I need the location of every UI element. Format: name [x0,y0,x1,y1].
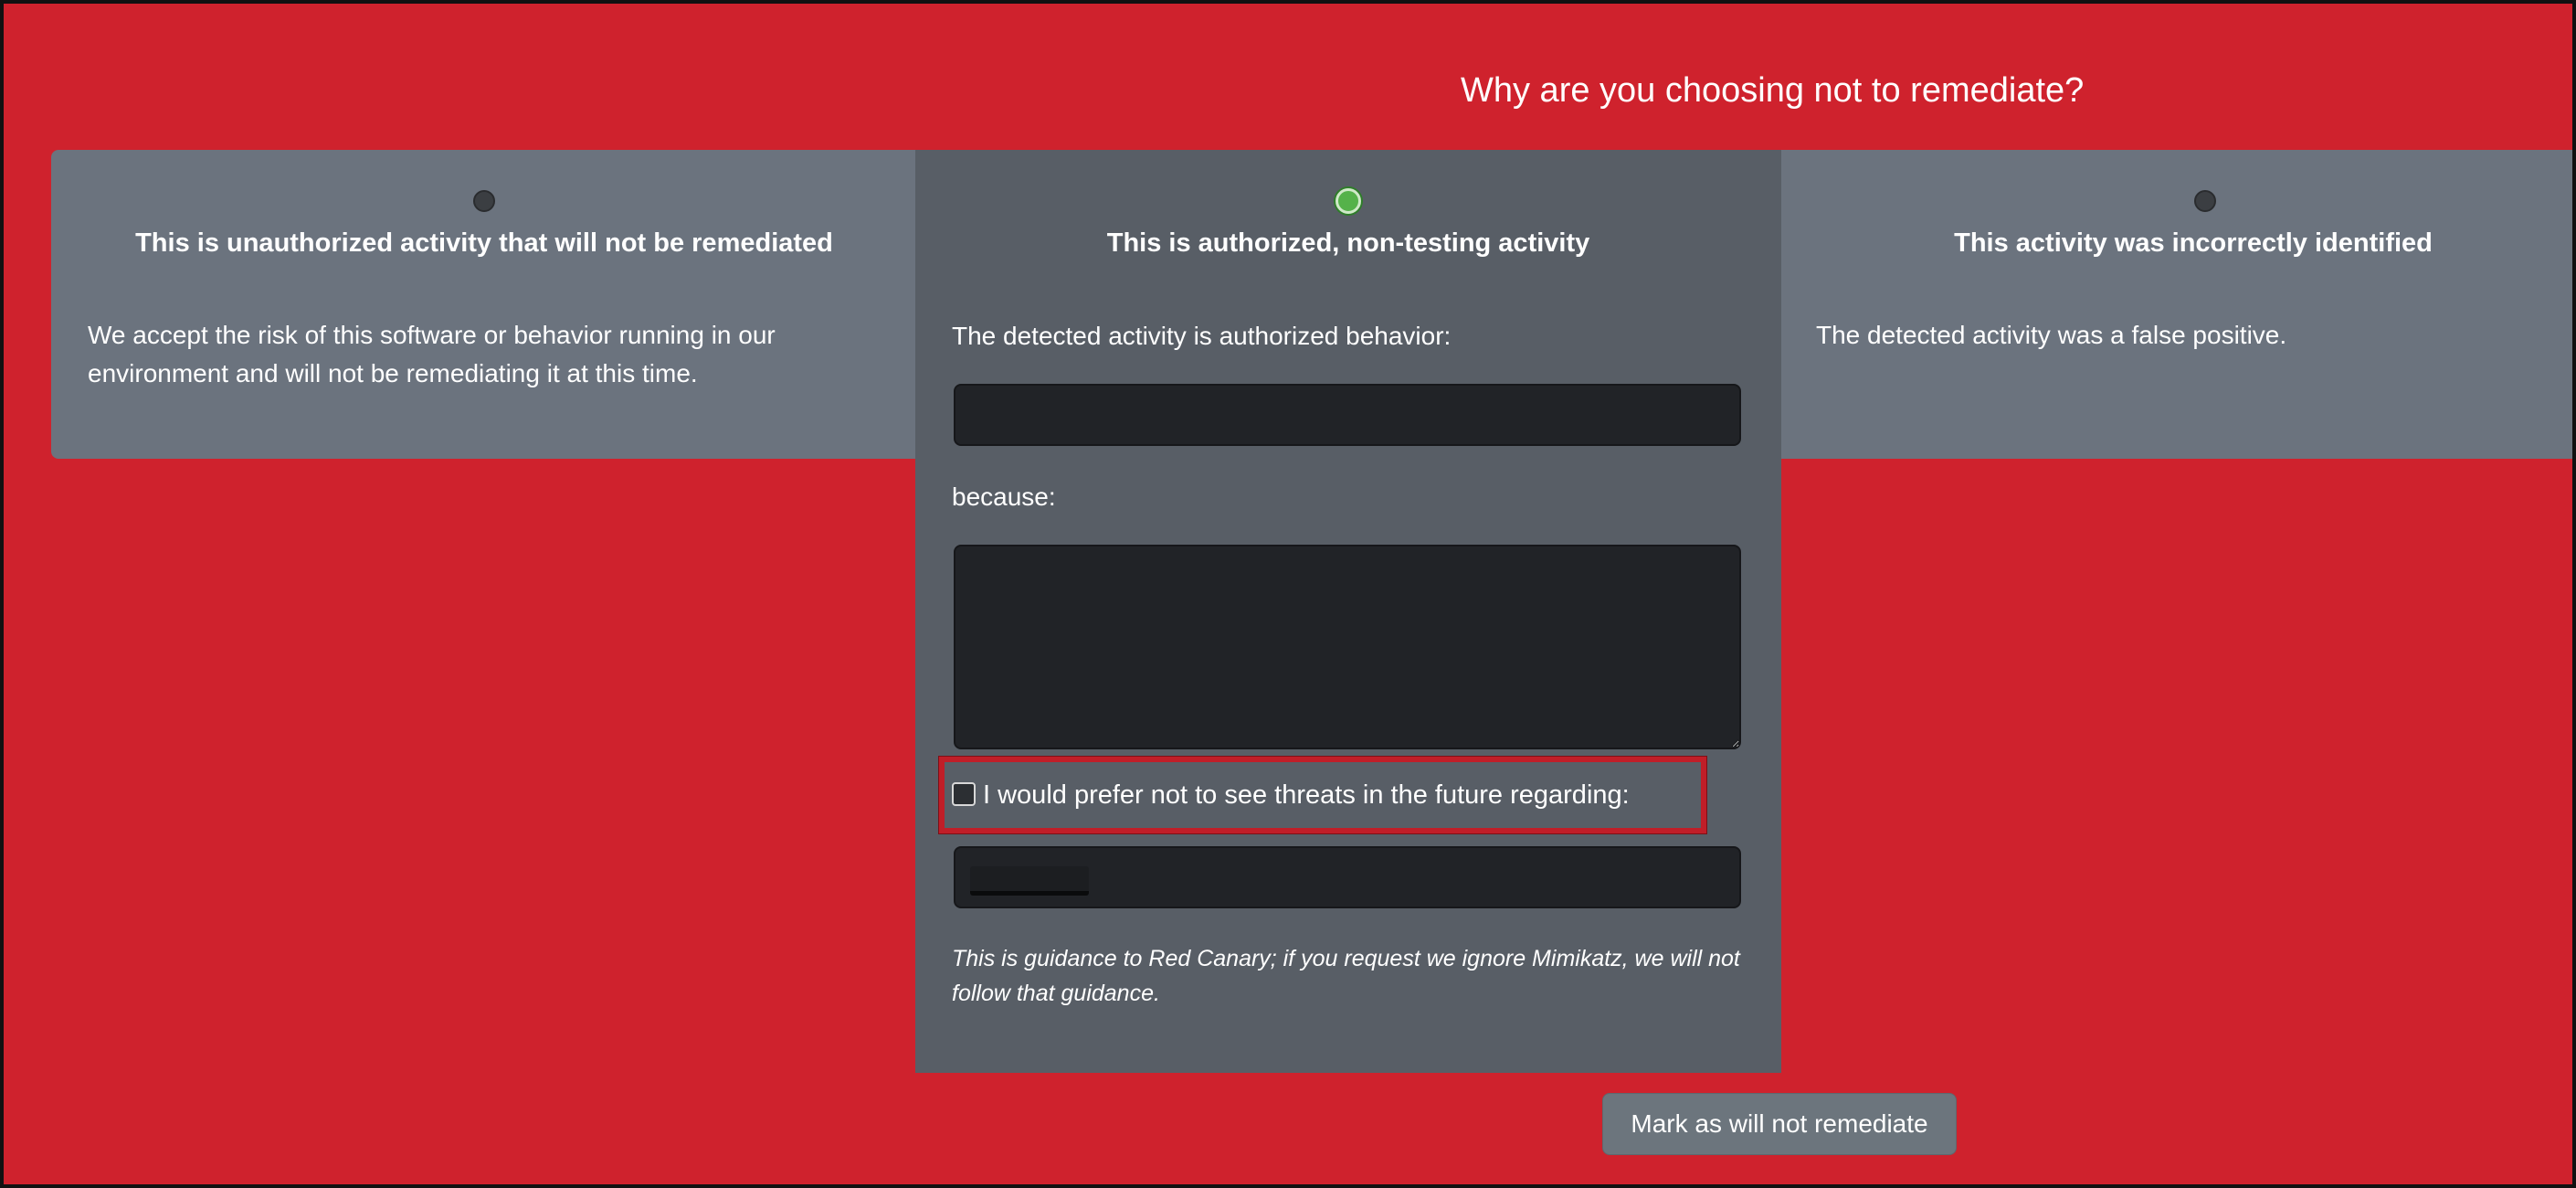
future-threats-checkbox-label[interactable]: I would prefer not to see threats in the… [983,779,1630,811]
authorized-behavior-input[interactable] [954,384,1741,446]
option-card-authorized[interactable]: This is authorized, non-testing activity… [915,150,1781,1073]
option-card-false-positive[interactable]: This activity was incorrectly identified… [1781,150,2572,459]
option-title-unauthorized: This is unauthorized activity that will … [135,228,833,258]
radio-false-positive[interactable] [2194,190,2216,212]
because-label: because: [952,483,1056,511]
option-description-false-positive: The detected activity was a false positi… [1816,321,2287,349]
remediation-dialog: Why are you choosing not to remediate? T… [0,0,2576,1188]
guidance-note: This is guidance to Red Canary; if you r… [952,946,1740,1006]
future-threats-checkbox[interactable] [952,782,976,806]
mark-will-not-remediate-button[interactable]: Mark as will not remediate [1602,1093,1957,1155]
authorized-behavior-label: The detected activity is authorized beha… [952,322,1452,350]
option-title-false-positive: This activity was incorrectly identified [1954,228,2433,258]
radio-unauthorized[interactable] [473,190,495,212]
redacted-value [970,866,1089,896]
radio-authorized[interactable] [1336,188,1361,214]
page-title: Why are you choosing not to remediate? [1461,71,2085,110]
option-title-authorized: This is authorized, non-testing activity [1106,228,1590,258]
option-card-unauthorized[interactable]: This is unauthorized activity that will … [51,150,917,459]
because-textarea[interactable] [954,545,1741,749]
option-description-unauthorized: We accept the risk of this software or b… [88,321,776,387]
